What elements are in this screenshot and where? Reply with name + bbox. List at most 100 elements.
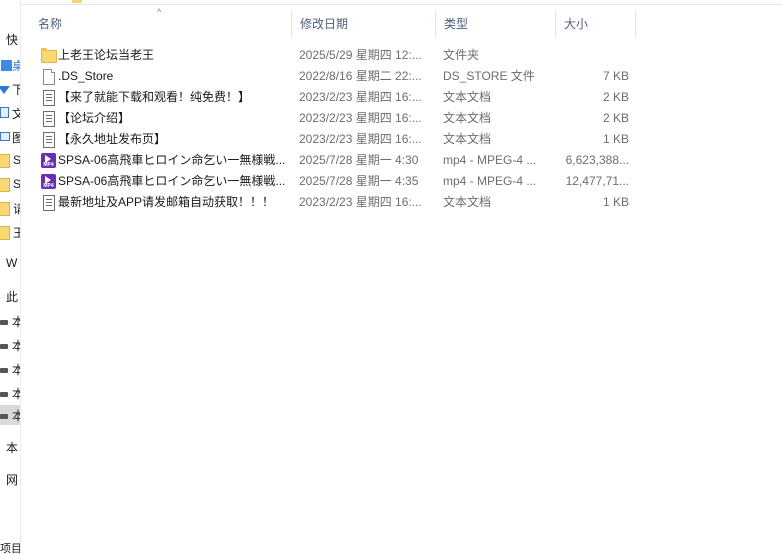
file-size: 1 KB [602, 132, 629, 146]
file-name: SPSA-06高飛車ヒロイン命乞い一無様戦... [58, 174, 286, 188]
file-row[interactable]: 【来了就能下载和观看！纯免费！】 2023/2/23 星期四 16:... 文本… [30, 87, 782, 108]
file-name: 上老王论坛当老王 [58, 48, 155, 62]
nav-item-folder[interactable]: S [0, 174, 20, 194]
desktop-icon [1, 60, 12, 71]
file-date: 2022/8/16 星期二 22:... [299, 69, 422, 83]
file-size: 1 KB [602, 195, 629, 209]
file-type: 文件夹 [443, 48, 480, 62]
file-type: 文本文档 [443, 90, 492, 104]
nav-item-label: 本 [12, 337, 20, 354]
file-type: 文本文档 [443, 132, 492, 146]
file-size [553, 45, 629, 66]
status-bar-item-count: 项目 [0, 538, 20, 554]
nav-item-label: 本 [12, 407, 20, 424]
nav-item-local-disk[interactable]: 本 [0, 335, 20, 355]
file-date: 2025/7/28 星期一 4:35 [299, 174, 419, 188]
drive-icon [0, 320, 8, 325]
file-row[interactable]: .DS_Store 2022/8/16 星期二 22:... DS_STORE … [30, 66, 782, 87]
navigation-pane[interactable]: 快 桌 下 文 图 S S 请 王 W 此 本 本 [0, 0, 21, 554]
nav-item-local-disk[interactable]: 本 [0, 437, 20, 457]
text-document-icon [40, 89, 56, 106]
folder-icon [40, 47, 57, 64]
nav-item-local-disk[interactable]: 本 [0, 359, 20, 379]
file-date: 2023/2/23 星期四 16:... [299, 195, 422, 209]
nav-item-label: S [13, 177, 21, 191]
file-row[interactable]: MP4 SPSA-06高飛車ヒロイン命乞い一無様戦... 2025/7/28 星… [30, 171, 782, 192]
nav-item-label: 快 [6, 32, 19, 47]
file-type: mp4 - MPEG-4 ... [443, 153, 537, 167]
nav-item-label: S [13, 153, 21, 167]
document-icon [0, 107, 9, 118]
file-size: 2 KB [602, 90, 629, 104]
drive-icon [0, 344, 8, 349]
file-type: 文本文档 [443, 195, 492, 209]
nav-item-label: 桌 [12, 57, 20, 74]
column-header-label: 类型 [444, 17, 469, 31]
file-size: 2 KB [602, 111, 629, 125]
nav-item-folder[interactable]: S [0, 150, 20, 170]
nav-item-desktop[interactable]: 桌 [0, 55, 20, 75]
nav-item-documents[interactable]: 文 [0, 103, 20, 123]
folder-icon [0, 154, 10, 168]
folder-icon [0, 202, 10, 216]
column-header-date[interactable]: 修改日期 [292, 10, 436, 38]
file-row[interactable]: MP4 SPSA-06高飛車ヒロイン命乞い一無様戦... 2025/7/28 星… [30, 150, 782, 171]
file-list: 上老王论坛当老王 2025/5/29 星期四 12:... 文件夹 .DS_St… [30, 45, 782, 213]
nav-item-label: 请 [13, 200, 20, 217]
column-header-type[interactable]: 类型 [436, 10, 556, 38]
file-name: SPSA-06高飛車ヒロイン命乞い一無様戦... [58, 153, 286, 167]
file-row[interactable]: 最新地址及APP请发邮箱自动获取！！！ 2023/2/23 星期四 16:...… [30, 192, 782, 213]
nav-item-folder[interactable]: 请 [0, 198, 20, 218]
video-file-icon: MP4 [40, 152, 56, 169]
file-date: 2025/7/28 星期一 4:30 [299, 153, 419, 167]
column-header-label: 修改日期 [300, 17, 349, 31]
video-file-icon: MP4 [40, 173, 56, 190]
picture-icon [0, 132, 10, 141]
file-date: 2023/2/23 星期四 16:... [299, 90, 422, 104]
nav-item-label: 本 [12, 385, 20, 402]
nav-item-this-pc[interactable]: 此 [0, 286, 20, 306]
file-size: 12,477,71... [565, 174, 629, 188]
drive-icon [0, 392, 8, 397]
folder-icon [72, 0, 82, 3]
nav-item-local-disk[interactable]: 本 [0, 383, 20, 403]
column-header-size[interactable]: 大小 [556, 10, 636, 38]
file-name: .DS_Store [58, 69, 114, 83]
nav-item-local-disk[interactable]: 本 [0, 311, 20, 331]
nav-item-network[interactable]: 网 [0, 469, 20, 489]
file-row[interactable]: 上老王论坛当老王 2025/5/29 星期四 12:... 文件夹 [30, 45, 782, 66]
nav-item-quick-access[interactable]: 快 [0, 29, 20, 49]
file-row[interactable]: 【论坛介绍】 2023/2/23 星期四 16:... 文本文档 2 KB [30, 108, 782, 129]
drive-icon [0, 414, 8, 419]
file-date: 2023/2/23 星期四 16:... [299, 111, 422, 125]
nav-item-downloads[interactable]: 下 [0, 79, 20, 99]
blank-file-icon [40, 68, 56, 85]
file-size: 6,623,388... [565, 153, 629, 167]
nav-item-label: 文 [12, 105, 20, 122]
nav-item-local-disk-selected[interactable]: 本 [0, 405, 20, 425]
nav-item-pictures[interactable]: 图 [0, 127, 20, 147]
text-document-icon [40, 131, 56, 148]
nav-item-label: 此 [6, 289, 19, 304]
file-name: 【永久地址发布页】 [58, 132, 167, 146]
nav-item-onedrive[interactable]: W [0, 253, 20, 273]
file-type: mp4 - MPEG-4 ... [443, 174, 537, 188]
folder-icon [0, 178, 10, 192]
text-document-icon [40, 194, 56, 211]
column-header: ^ 名称 修改日期 类型 大小 [30, 7, 782, 38]
column-divider[interactable] [635, 10, 636, 38]
file-date: 2023/2/23 星期四 16:... [299, 132, 422, 146]
file-row[interactable]: 【永久地址发布页】 2023/2/23 星期四 16:... 文本文档 1 KB [30, 129, 782, 150]
nav-item-folder[interactable]: 王 [0, 222, 20, 242]
nav-item-label: 网 [6, 472, 19, 487]
column-header-label: 名称 [38, 17, 63, 31]
file-date: 2025/5/29 星期四 12:... [299, 48, 422, 62]
folder-icon [0, 226, 10, 240]
text-document-icon [40, 110, 56, 127]
file-size: 7 KB [602, 69, 629, 83]
download-arrow-icon [0, 86, 10, 94]
item-count-label: 项目 [0, 543, 21, 554]
column-header-name[interactable]: 名称 [30, 10, 292, 38]
file-type: DS_STORE 文件 [443, 69, 535, 83]
nav-item-label: W [6, 256, 18, 270]
